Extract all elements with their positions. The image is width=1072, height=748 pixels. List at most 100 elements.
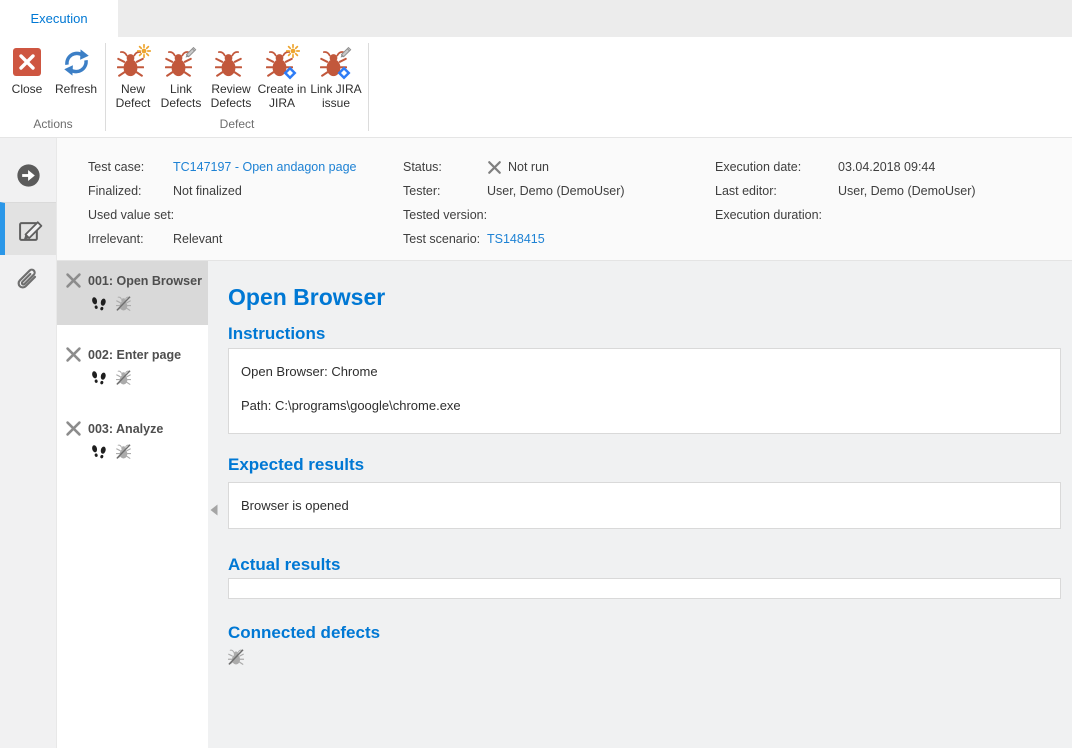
no-defect-icon xyxy=(116,370,131,390)
bug-jira-link-icon xyxy=(320,46,352,78)
ribbon-group-actions: Close Refresh Actions xyxy=(4,37,102,137)
instructions-heading: Instructions xyxy=(228,324,1061,343)
field-execution-date: Execution date: 03.04.2018 09:44 xyxy=(715,155,976,179)
bug-new-icon xyxy=(117,46,149,78)
step-title: 003: Analyze xyxy=(88,422,163,436)
field-used-value-set: Used value set: xyxy=(88,203,356,227)
bug-icon xyxy=(215,46,247,78)
field-finalized: Finalized: Not finalized xyxy=(88,179,356,203)
field-value: Not finalized xyxy=(173,184,242,198)
field-execution-duration: Execution duration: xyxy=(715,203,976,227)
pencil-badge-icon xyxy=(185,44,199,58)
status-value: Not run xyxy=(508,160,549,174)
create-in-jira-button[interactable]: Create in JIRA xyxy=(257,42,307,115)
close-button[interactable]: Close xyxy=(4,42,50,115)
tab-execution[interactable]: Execution xyxy=(0,0,118,37)
instruction-line: Path: C:\programs\google\chrome.exe xyxy=(241,398,1048,414)
tab-strip: Execution xyxy=(0,0,1072,37)
field-label: Status: xyxy=(403,160,487,174)
field-last-editor: Last editor: User, Demo (DemoUser) xyxy=(715,179,976,203)
step-title: 002: Enter page xyxy=(88,348,181,362)
step-detail-panel: Open Browser Instructions Open Browser: … xyxy=(208,261,1072,748)
not-run-x-icon xyxy=(65,272,82,289)
field-test-scenario: Test scenario: TS148415 xyxy=(403,227,625,251)
field-tested-version: Tested version: xyxy=(403,203,625,227)
field-label: Tested version: xyxy=(403,208,487,222)
no-defect-icon xyxy=(116,296,131,316)
link-jira-issue-label: Link JIRA issue xyxy=(307,83,365,110)
sun-badge-icon xyxy=(137,44,151,58)
field-tester: Tester: User, Demo (DemoUser) xyxy=(403,179,625,203)
step-item-001[interactable]: 001: Open Browser xyxy=(57,261,208,325)
field-value: 03.04.2018 09:44 xyxy=(838,160,935,174)
bug-link-icon xyxy=(165,46,197,78)
test-scenario-link[interactable]: TS148415 xyxy=(487,232,545,246)
rail-item-edit[interactable] xyxy=(0,202,56,255)
paperclip-icon xyxy=(13,267,43,297)
link-jira-issue-button[interactable]: Link JIRA issue xyxy=(307,42,365,115)
field-label: Last editor: xyxy=(715,184,838,198)
field-irrelevant: Irrelevant: Relevant xyxy=(88,227,356,251)
field-test-case: Test case: TC147197 - Open andagon page xyxy=(88,155,356,179)
step-title: 001: Open Browser xyxy=(88,274,202,288)
step-list: 001: Open Browser 002: Enter page xyxy=(57,261,208,748)
ribbon-separator xyxy=(105,43,106,131)
ribbon-separator xyxy=(368,43,369,131)
jira-diamond-icon xyxy=(337,66,351,80)
step-detail-title: Open Browser xyxy=(228,283,1061,311)
refresh-button[interactable]: Refresh xyxy=(50,42,102,115)
test-case-link[interactable]: TC147197 - Open andagon page xyxy=(173,160,356,174)
collapse-panel-arrow-icon[interactable] xyxy=(210,504,218,516)
edit-icon xyxy=(16,215,45,244)
close-button-label: Close xyxy=(12,83,43,97)
field-label: Used value set: xyxy=(88,208,173,222)
link-defects-label: Link Defects xyxy=(157,83,205,110)
field-label: Test case: xyxy=(88,160,173,174)
footprints-icon xyxy=(90,444,108,464)
connected-defects-heading: Connected defects xyxy=(228,623,1061,642)
step-item-002[interactable]: 002: Enter page xyxy=(57,335,208,399)
pencil-badge-icon xyxy=(340,44,354,58)
bug-jira-new-icon xyxy=(266,46,298,78)
actual-results-input[interactable] xyxy=(228,578,1061,599)
no-defect-icon xyxy=(228,649,1061,665)
field-value: User, Demo (DemoUser) xyxy=(487,184,625,198)
field-label: Finalized: xyxy=(88,184,173,198)
instructions-box: Open Browser: Chrome Path: C:\programs\g… xyxy=(228,348,1061,434)
left-rail xyxy=(0,138,57,748)
new-defect-label: New Defect xyxy=(109,83,157,110)
field-label: Execution date: xyxy=(715,160,838,174)
rail-item-navigate[interactable] xyxy=(0,149,56,202)
review-defects-button[interactable]: Review Defects xyxy=(205,42,257,115)
footprints-icon xyxy=(90,296,108,316)
field-value: Relevant xyxy=(173,232,222,246)
execution-info-panel: Test case: TC147197 - Open andagon page … xyxy=(57,138,1072,261)
footprints-icon xyxy=(90,370,108,390)
step-item-003[interactable]: 003: Analyze xyxy=(57,409,208,473)
link-defects-button[interactable]: Link Defects xyxy=(157,42,205,115)
expected-results-box: Browser is opened xyxy=(228,482,1061,529)
refresh-button-label: Refresh xyxy=(55,83,97,97)
not-run-x-icon xyxy=(487,160,502,175)
rail-item-attachments[interactable] xyxy=(0,255,56,308)
field-label: Tester: xyxy=(403,184,487,198)
actual-results-heading: Actual results xyxy=(228,555,1061,574)
jira-diamond-icon xyxy=(283,66,297,80)
no-defect-icon xyxy=(116,444,131,464)
create-in-jira-label: Create in JIRA xyxy=(257,83,307,110)
new-defect-button[interactable]: New Defect xyxy=(109,42,157,115)
instruction-line: Open Browser: Chrome xyxy=(241,364,1048,380)
expected-results-heading: Expected results xyxy=(228,455,1061,474)
field-label: Irrelevant: xyxy=(88,232,173,246)
arrow-circle-icon xyxy=(15,162,42,189)
field-status: Status: Not run xyxy=(403,155,625,179)
ribbon-toolbar: Close Refresh Actions xyxy=(0,37,1072,138)
expected-results-text: Browser is opened xyxy=(241,498,349,513)
not-run-x-icon xyxy=(65,346,82,363)
ribbon-group-defect: New Defect Link Defects xyxy=(109,37,365,137)
review-defects-label: Review Defects xyxy=(205,83,257,110)
tab-execution-label: Execution xyxy=(30,11,87,26)
refresh-icon xyxy=(59,44,93,80)
close-icon xyxy=(10,44,44,80)
ribbon-group-defect-label: Defect xyxy=(109,115,365,137)
